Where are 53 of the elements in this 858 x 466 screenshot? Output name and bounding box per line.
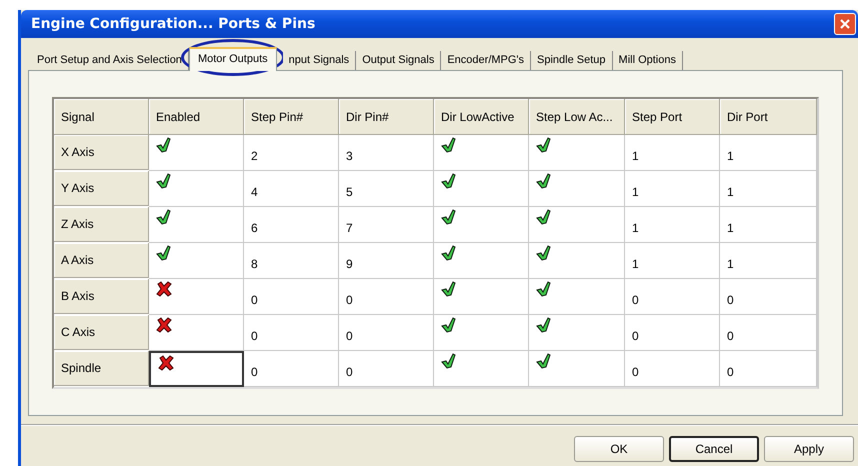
dialog-button[interactable]: OK — [574, 436, 664, 462]
table-cell[interactable]: 1 — [720, 243, 817, 279]
table-cell[interactable]: 1 — [625, 207, 720, 243]
table-cell[interactable]: 0 — [244, 279, 339, 315]
window-title: Engine Configuration... Ports & Pins — [31, 16, 316, 32]
tab[interactable]: Motor Outputs — [188, 47, 277, 71]
column-header[interactable]: Dir Port — [720, 99, 817, 135]
table-cell[interactable]: 0 — [244, 351, 339, 387]
dialog-button[interactable]: Apply — [764, 436, 854, 462]
column-header[interactable]: Signal — [54, 99, 149, 135]
row-header: Z Axis — [54, 207, 149, 242]
row-header: Y Axis — [54, 171, 149, 206]
table-cell[interactable]: 0 — [720, 279, 817, 315]
table-cell[interactable]: 0 — [339, 351, 434, 387]
table-cell[interactable]: 7 — [339, 207, 434, 243]
table-cell[interactable]: 0 — [625, 279, 720, 315]
table-cell[interactable]: 0 — [625, 315, 720, 351]
table-cell[interactable]: 0 — [720, 315, 817, 351]
table-cell[interactable]: 5 — [339, 171, 434, 207]
tab[interactable]: nput Signals — [282, 51, 356, 70]
tab[interactable]: Mill Options — [612, 51, 683, 70]
table-cell[interactable]: 0 — [339, 279, 434, 315]
row-header: A Axis — [54, 243, 149, 278]
column-header[interactable]: Step Port — [625, 99, 720, 135]
close-icon — [839, 18, 851, 30]
table-cell[interactable]: 1 — [625, 243, 720, 279]
table-cell[interactable]: 1 — [625, 171, 720, 207]
column-header[interactable]: Dir LowActive — [434, 99, 529, 135]
table-cell[interactable]: 1 — [720, 135, 817, 171]
table-cell[interactable]: 4 — [244, 171, 339, 207]
table-cell[interactable]: 3 — [339, 135, 434, 171]
table-cell[interactable]: 6 — [244, 207, 339, 243]
table-cell[interactable]: 1 — [720, 171, 817, 207]
table-cell[interactable] — [149, 351, 244, 387]
table-cell[interactable]: 1 — [720, 207, 817, 243]
table-cell[interactable]: 0 — [625, 351, 720, 387]
table-cell[interactable]: 8 — [244, 243, 339, 279]
table-cell[interactable]: 0 — [244, 315, 339, 351]
table-cell[interactable]: 0 — [339, 315, 434, 351]
row-header: Spindle — [54, 351, 149, 386]
table-cell[interactable]: 1 — [625, 135, 720, 171]
column-header[interactable]: Enabled — [149, 99, 244, 135]
table-cell[interactable]: 0 — [720, 351, 817, 387]
column-header[interactable]: Step Low Ac... — [529, 99, 625, 135]
row-header: X Axis — [54, 135, 149, 170]
close-button[interactable] — [834, 13, 856, 35]
dialog-button[interactable]: Cancel — [669, 436, 759, 462]
row-header: C Axis — [54, 315, 149, 350]
table-cell[interactable]: 2 — [244, 135, 339, 171]
column-header[interactable]: Dir Pin# — [339, 99, 434, 135]
row-header: B Axis — [54, 279, 149, 314]
column-header[interactable]: Step Pin# — [244, 99, 339, 135]
table-cell[interactable]: 9 — [339, 243, 434, 279]
